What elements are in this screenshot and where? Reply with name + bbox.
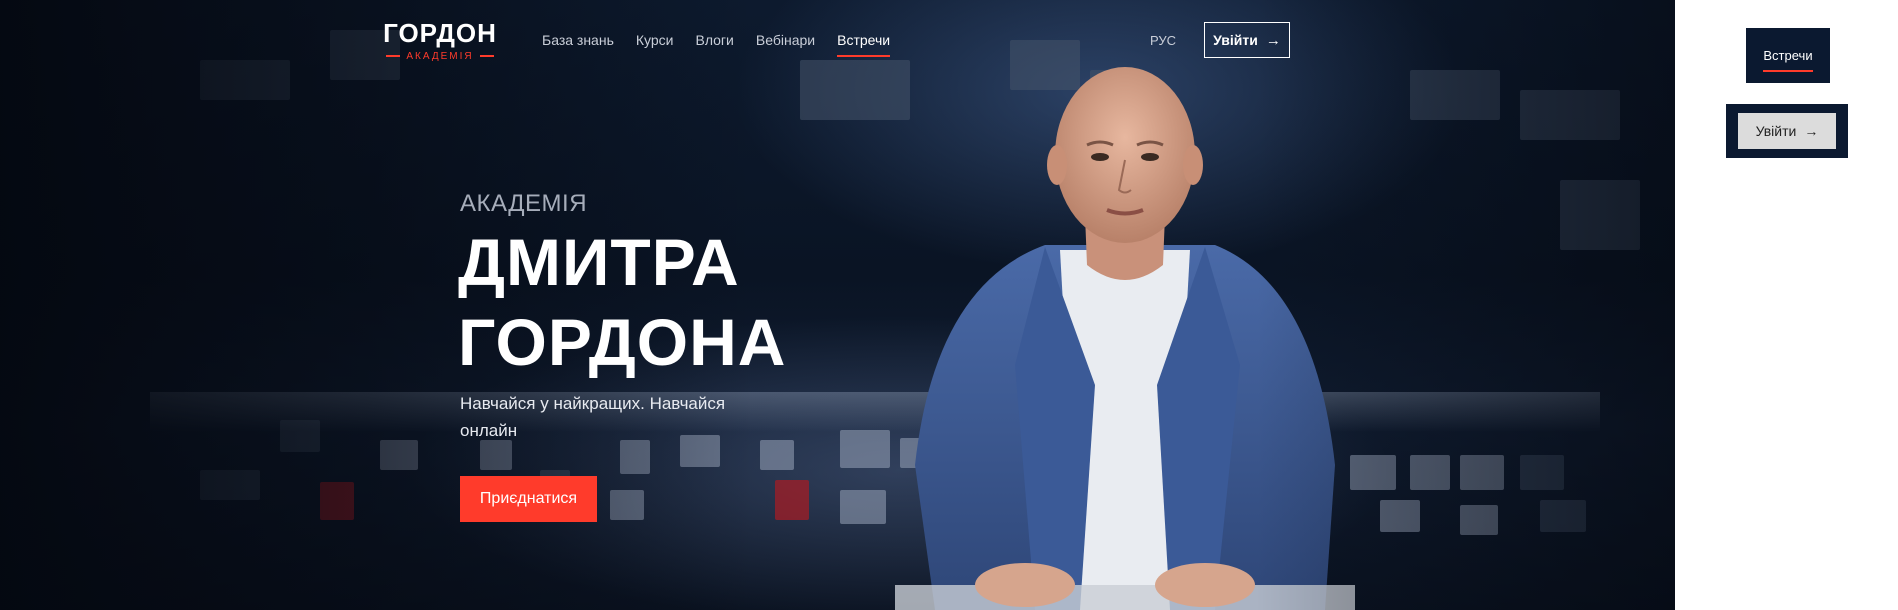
side-login-container: Увійти → [1726,104,1848,158]
login-button[interactable]: Увійти → [1204,22,1290,58]
brand-name: ГОРДОН [383,18,497,48]
language-switcher[interactable]: РУС [1150,33,1176,48]
side-login-label: Увійти [1755,123,1797,139]
side-tab-label: Встречи [1763,48,1813,72]
side-login-button[interactable]: Увійти → [1738,113,1836,149]
nav-item-knowledge-base[interactable]: База знань [542,32,614,48]
brand-subtitle: АКАДЕМІЯ [380,51,500,62]
brand-logo[interactable]: ГОРДОН АКАДЕМІЯ [380,18,500,62]
login-button-label: Увійти [1213,32,1258,48]
nav-item-webinars[interactable]: Вебінари [756,32,815,48]
hero-title-line-1: ДМИТРА [458,225,740,299]
join-button[interactable]: Приєднатися [460,476,597,522]
hero-tagline: Навчайся у найкращих. Навчайся онлайн [460,394,726,440]
hero-title: ДМИТРА ГОРДОНА [458,222,786,382]
nav-item-meetings[interactable]: Встречи [837,32,890,57]
main-nav: База знань Курси Влоги Вебінари Встречи [542,32,890,57]
hero-kicker: АКАДЕМІЯ [460,190,588,217]
hero-overlay [0,0,1675,610]
hero-section: ГОРДОН АКАДЕМІЯ База знань Курси Влоги В… [0,0,1675,610]
arrow-right-icon: → [1804,123,1819,139]
nav-item-vlogs[interactable]: Влоги [695,32,733,48]
hero-title-line-2: ГОРДОНА [458,305,787,379]
nav-item-courses[interactable]: Курси [636,32,674,48]
side-tab-meetings[interactable]: Встречи [1746,28,1830,83]
arrow-right-icon: → [1265,31,1281,49]
